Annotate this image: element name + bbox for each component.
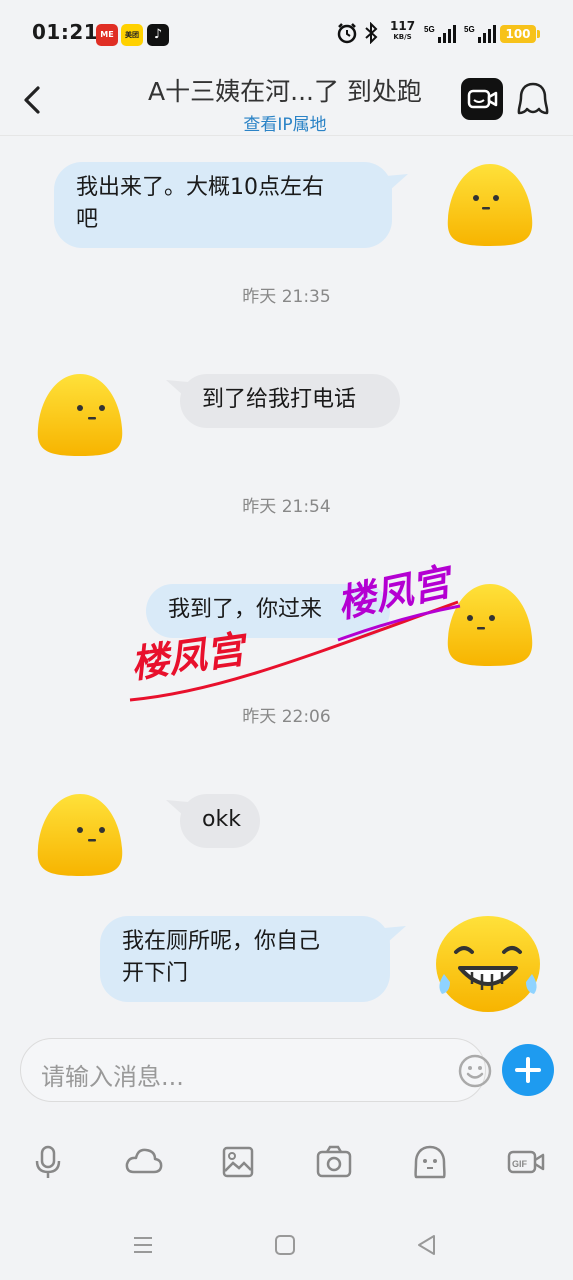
- status-time: 01:21: [32, 20, 99, 44]
- plus-icon: [515, 1057, 541, 1083]
- my-avatar-laughing[interactable]: [432, 912, 542, 1016]
- bluetooth-icon: [365, 22, 378, 44]
- video-camera-icon: [467, 89, 498, 109]
- more-options-button[interactable]: [502, 1044, 554, 1096]
- alarm-icon: [337, 23, 357, 44]
- home-icon[interactable]: [272, 1232, 298, 1258]
- svg-text:5G: 5G: [464, 25, 475, 34]
- chat-header: A十三姨在河...了 到处跑 查看IP属地: [0, 68, 573, 136]
- view-ip-location-link[interactable]: 查看IP属地: [90, 110, 480, 135]
- chat-title: A十三姨在河...了 到处跑: [148, 77, 422, 106]
- meituan-app-icon: 美团: [121, 24, 143, 46]
- sticker-icon[interactable]: [410, 1144, 450, 1180]
- signal-1-icon: 5G: [424, 25, 456, 43]
- cloud-icon[interactable]: [124, 1144, 164, 1180]
- svg-text:5G: 5G: [424, 25, 435, 34]
- signal-2-icon: 5G: [464, 25, 496, 43]
- message-timestamp: 昨天 21:54: [242, 497, 331, 517]
- svg-text:GIF: GIF: [512, 1159, 528, 1169]
- input-bar: 请输入消息...: [0, 1026, 573, 1122]
- emoji-icon[interactable]: [457, 1053, 493, 1089]
- message-timestamp: 昨天 21:35: [242, 287, 331, 307]
- contact-avatar[interactable]: [34, 370, 126, 462]
- video-call-button[interactable]: [461, 78, 503, 120]
- profile-icon[interactable]: [514, 80, 552, 120]
- pinduoduo-app-icon: ME: [96, 24, 118, 46]
- my-avatar[interactable]: [444, 160, 536, 252]
- back-icon[interactable]: [18, 82, 48, 118]
- douyin-app-icon: ♪: [147, 24, 169, 46]
- message-bubble-sent[interactable]: 我在厕所呢，你自己 开下门: [100, 916, 406, 1002]
- mic-icon[interactable]: [28, 1144, 68, 1180]
- system-navigation-bar: [0, 1208, 573, 1280]
- input-toolbar: GIF: [0, 1122, 573, 1208]
- message-input[interactable]: 请输入消息...: [20, 1038, 492, 1102]
- message-bubble-sent[interactable]: 我出来了。大概10点左右 吧: [54, 162, 408, 248]
- menu-icon[interactable]: [130, 1232, 156, 1258]
- status-bar: 01:21 ME 美团 ♪ 117 KB/S 5G 5G 100: [0, 0, 573, 68]
- network-speed: 117 KB/S: [390, 19, 416, 41]
- back-nav-icon[interactable]: [414, 1232, 440, 1258]
- message-bubble-received[interactable]: okk: [166, 794, 260, 848]
- contact-avatar[interactable]: [34, 790, 126, 882]
- battery-indicator: 100: [500, 25, 540, 43]
- image-icon[interactable]: [218, 1144, 258, 1180]
- chat-messages: 我出来了。大概10点左右 吧 昨天 21:35 到了给我打电话 昨天 21:54…: [0, 136, 573, 1026]
- watermark-swoosh: [129, 600, 461, 702]
- camera-icon[interactable]: [314, 1144, 354, 1180]
- message-bubble-received[interactable]: 到了给我打电话: [166, 374, 400, 428]
- gif-icon[interactable]: GIF: [506, 1144, 546, 1180]
